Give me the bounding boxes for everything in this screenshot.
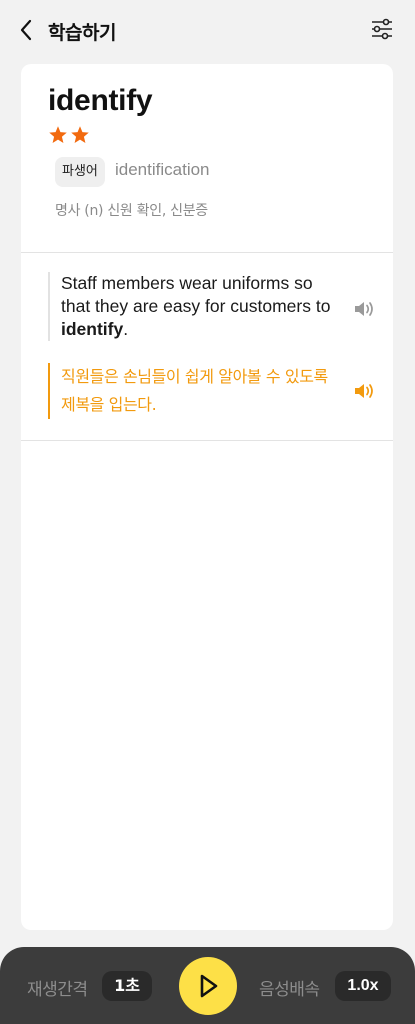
speed-label: 음성배속	[259, 980, 320, 1000]
speaker-icon	[355, 384, 373, 398]
divider	[21, 440, 393, 441]
example-sentence-english: Staff members wear uniforms so that they…	[48, 272, 333, 341]
star-icon	[49, 126, 67, 143]
word-card: identify 파생어 identification 명사 (n) 신원 확인…	[21, 64, 393, 930]
play-button[interactable]	[179, 957, 237, 1015]
word-meaning: 명사 (n) 신원 확인, 신분증	[55, 203, 208, 219]
back-button[interactable]	[14, 17, 38, 43]
sliders-icon	[372, 18, 392, 40]
derivative-tag: 파생어	[55, 157, 105, 187]
speed-selector[interactable]: 1.0x	[335, 971, 391, 1001]
example-keyword: identify	[61, 319, 124, 339]
interval-label: 재생간격	[27, 980, 88, 1000]
filter-settings-button[interactable]	[369, 16, 395, 42]
divider	[21, 252, 393, 253]
star-icon	[71, 126, 89, 143]
example-text-end: .	[123, 319, 129, 339]
speaker-icon	[355, 302, 373, 316]
play-icon	[200, 974, 218, 998]
example-text: Staff members wear uniforms so that they…	[61, 273, 331, 316]
play-english-audio-button[interactable]	[352, 298, 376, 320]
interval-selector[interactable]: 1초	[102, 971, 152, 1001]
importance-stars	[48, 125, 90, 145]
play-korean-audio-button[interactable]	[352, 380, 376, 402]
derivative-word: identification	[115, 160, 210, 179]
word-title: identify	[48, 84, 153, 117]
app-header: 학습하기	[0, 0, 415, 60]
playback-bar: 재생간격 1초 음성배속 1.0x	[0, 947, 415, 1024]
page-title: 학습하기	[48, 22, 116, 44]
example-sentence-korean: 직원들은 손님들이 쉽게 알아볼 수 있도록 제복을 입는다.	[48, 363, 333, 419]
chevron-left-icon	[20, 19, 32, 41]
